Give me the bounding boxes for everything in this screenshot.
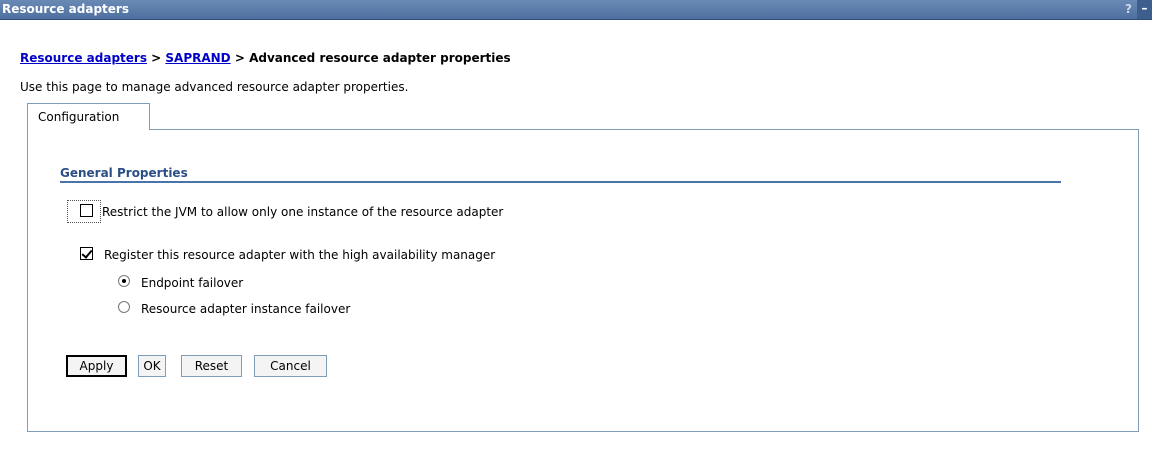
tab-configuration[interactable]: Configuration — [27, 103, 150, 130]
apply-button[interactable]: Apply — [66, 355, 127, 377]
restrict-jvm-checkbox[interactable] — [80, 204, 93, 217]
breadcrumb: Resource adapters > SAPRAND > Advanced r… — [20, 51, 511, 65]
reset-button[interactable]: Reset — [181, 355, 242, 377]
window-title-bar: Resource adapters ? – — [0, 0, 1152, 20]
minimize-icon[interactable]: – — [1137, 0, 1152, 19]
breadcrumb-link-resource-adapters[interactable]: Resource adapters — [20, 51, 147, 65]
register-ha-checkbox[interactable] — [80, 247, 93, 260]
cancel-button[interactable]: Cancel — [254, 355, 327, 377]
restrict-jvm-label: Restrict the JVM to allow only one insta… — [102, 205, 504, 219]
page-description: Use this page to manage advanced resourc… — [20, 80, 409, 94]
endpoint-failover-radio[interactable] — [118, 275, 130, 287]
breadcrumb-current: Advanced resource adapter properties — [249, 51, 511, 65]
endpoint-failover-label: Endpoint failover — [141, 276, 244, 290]
general-properties-heading: General Properties — [60, 166, 188, 180]
window-title: Resource adapters — [2, 2, 129, 16]
breadcrumb-separator: > — [146, 51, 166, 65]
breadcrumb-link-saprand[interactable]: SAPRAND — [165, 51, 230, 65]
instance-failover-label: Resource adapter instance failover — [141, 302, 351, 316]
register-ha-label: Register this resource adapter with the … — [104, 248, 496, 262]
help-icon[interactable]: ? — [1125, 2, 1132, 16]
section-divider — [60, 181, 1061, 183]
instance-failover-radio[interactable] — [118, 301, 130, 313]
ok-button[interactable]: OK — [138, 355, 166, 377]
breadcrumb-separator: > — [230, 51, 250, 65]
